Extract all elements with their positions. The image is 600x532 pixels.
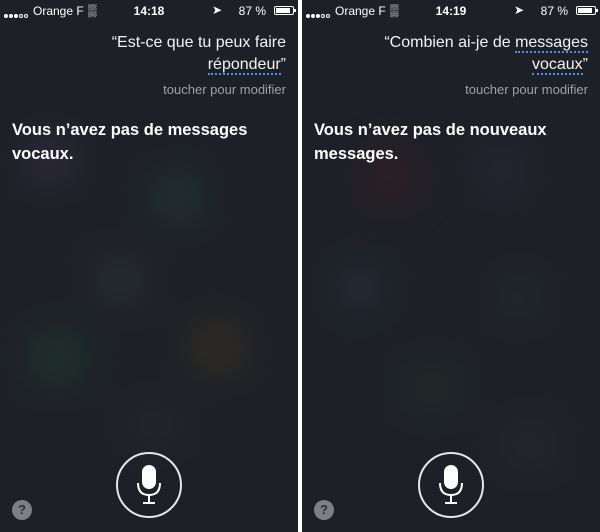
siri-screen-left: Orange F ▒ 14:18 ➤ 87 % “Est-ce que tu p…	[0, 0, 298, 532]
tap-to-edit-hint[interactable]: toucher pour modifier	[163, 82, 286, 97]
query-text-start: “Combien ai-je de	[384, 34, 516, 51]
siri-comparison: Orange F ▒ 14:18 ➤ 87 % “Est-ce que tu p…	[0, 0, 600, 532]
battery-percentage: 87 %	[540, 4, 568, 18]
location-arrow-icon: ➤	[513, 3, 524, 17]
query-text-start: “Est-ce que tu peux faire	[111, 34, 286, 51]
status-bar: Orange F ▒ 14:19 ➤ 87 %	[302, 0, 600, 22]
query-text-end: ”	[582, 56, 588, 73]
siri-answer: Vous n’avez pas de nouveaux messages.	[314, 121, 547, 163]
siri-screen-right: Orange F ▒ 14:19 ➤ 87 % “Combien ai-je d…	[302, 0, 600, 532]
spoken-query[interactable]: “Combien ai-je de messages vocaux”	[348, 32, 588, 76]
query-text-end: ”	[280, 56, 286, 73]
siri-answer: Vous n’avez pas de messages vocaux.	[12, 121, 248, 163]
help-button[interactable]: ?	[314, 500, 334, 520]
spoken-query[interactable]: “Est-ce que tu peux faire répondeur”	[46, 32, 286, 76]
microphone-icon	[137, 465, 161, 504]
battery-icon	[576, 6, 598, 15]
microphone-button[interactable]	[116, 452, 182, 518]
battery-percentage: 87 %	[238, 4, 266, 18]
query-correctable-word[interactable]: messages vocaux	[515, 34, 588, 75]
battery-icon	[274, 6, 296, 15]
query-correctable-word[interactable]: répondeur	[207, 56, 281, 75]
microphone-button[interactable]	[418, 452, 484, 518]
microphone-icon	[439, 465, 463, 504]
location-arrow-icon: ➤	[211, 3, 222, 17]
tap-to-edit-hint[interactable]: toucher pour modifier	[465, 82, 588, 97]
help-button[interactable]: ?	[12, 500, 32, 520]
status-bar: Orange F ▒ 14:18 ➤ 87 %	[0, 0, 298, 22]
